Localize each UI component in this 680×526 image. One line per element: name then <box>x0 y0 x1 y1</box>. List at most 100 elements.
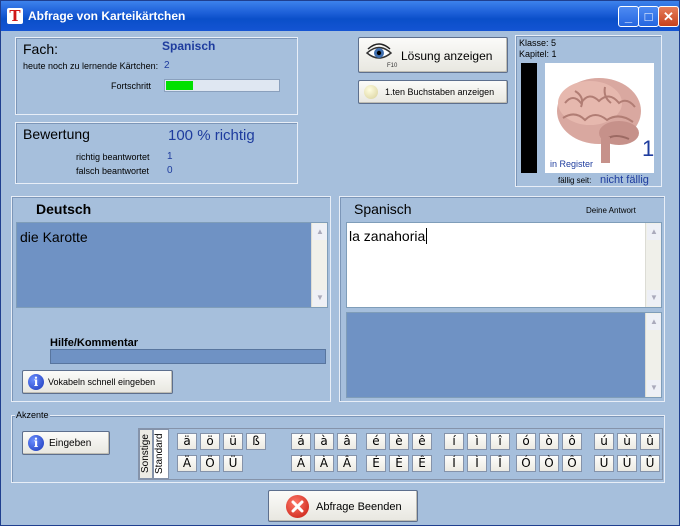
scroll-down-icon[interactable]: ▼ <box>313 290 327 306</box>
text-caret <box>426 228 432 244</box>
accent-key[interactable]: Ö <box>200 455 220 472</box>
german-scrollbar[interactable]: ▲ ▼ <box>311 223 327 307</box>
accent-key[interactable]: Ú <box>594 455 614 472</box>
accent-key[interactable]: ä <box>177 433 197 450</box>
register-level-bar <box>521 63 537 173</box>
accent-key[interactable]: è <box>389 433 409 450</box>
accent-key[interactable]: Ô <box>562 455 582 472</box>
title-bar[interactable]: T Abfrage von Karteikärtchen _ □ ✕ <box>1 1 679 31</box>
answer-input[interactable]: la zanahoria ▲ ▼ <box>346 222 662 308</box>
accent-key[interactable]: ì <box>467 433 487 450</box>
help-field[interactable] <box>50 349 326 364</box>
accent-key[interactable]: á <box>291 433 311 450</box>
subject-label: Fach: <box>23 41 59 57</box>
accent-key[interactable]: ó <box>516 433 536 450</box>
due-value: nicht fällig <box>600 174 649 186</box>
remaining-label: heute noch zu lernende Kärtchen: <box>23 61 159 71</box>
subject-panel: Fach: Spanisch heute noch zu lernende Kä… <box>15 37 298 115</box>
accent-key[interactable]: ß <box>246 433 266 450</box>
end-quiz-label: Abfrage Beenden <box>316 501 402 513</box>
show-solution-label: Lösung anzeigen <box>401 49 493 63</box>
brain-image <box>545 63 654 173</box>
accent-key[interactable]: É <box>366 455 386 472</box>
accent-key[interactable]: ü <box>223 433 243 450</box>
correct-label: richtig beantwortet <box>76 152 150 162</box>
accent-key[interactable]: Á <box>291 455 311 472</box>
accent-key[interactable]: â <box>337 433 357 450</box>
accents-label: Akzente <box>15 410 50 420</box>
info-icon: i <box>28 435 44 451</box>
insert-accent-button[interactable]: i Eingeben <box>22 431 110 455</box>
accent-key[interactable]: Ä <box>177 455 197 472</box>
close-icon <box>286 495 309 518</box>
accent-key[interactable]: ú <box>594 433 614 450</box>
scroll-up-icon[interactable]: ▲ <box>647 314 661 330</box>
maximize-button[interactable]: □ <box>638 6 659 27</box>
first-letter-label: 1.ten Buchstaben anzeigen <box>385 87 495 97</box>
minimize-button[interactable]: _ <box>618 6 639 27</box>
tab-standard[interactable]: Standard <box>153 429 169 479</box>
quick-entry-button[interactable]: i Vokabeln schnell eingeben <box>22 370 173 394</box>
wrong-value: 0 <box>167 165 173 176</box>
accent-key[interactable]: ô <box>562 433 582 450</box>
scroll-down-icon[interactable]: ▼ <box>647 290 661 306</box>
bulb-icon <box>364 85 378 99</box>
help-label: Hilfe/Kommentar <box>50 337 139 349</box>
accent-key[interactable]: í <box>444 433 464 450</box>
spanish-heading: Spanisch <box>354 201 412 217</box>
accent-key[interactable]: Ì <box>467 455 487 472</box>
class-label: Klasse: 5 <box>519 38 557 48</box>
main-window: T Abfrage von Karteikärtchen _ □ ✕ Fach:… <box>0 0 680 526</box>
accent-key[interactable]: À <box>314 455 334 472</box>
german-word-field[interactable]: die Karotte ▲ ▼ <box>16 222 328 308</box>
progress-fill <box>166 81 193 90</box>
remaining-value: 2 <box>164 60 170 71</box>
scroll-down-icon[interactable]: ▼ <box>647 380 661 396</box>
info-icon: i <box>28 374 44 390</box>
rating-panel: Bewertung 100 % richtig richtig beantwor… <box>15 122 298 184</box>
quick-entry-label: Vokabeln schnell eingeben <box>48 377 156 387</box>
accent-key[interactable]: Û <box>640 455 660 472</box>
show-solution-button[interactable]: F10 Lösung anzeigen <box>358 37 508 73</box>
accent-key[interactable]: ò <box>539 433 559 450</box>
insert-accent-label: Eingeben <box>49 438 92 449</box>
german-panel: Deutsch die Karotte ▲ ▼ Hilfe/Kommentar … <box>11 196 331 402</box>
register-number: 1 <box>642 136 655 161</box>
accent-key[interactable]: È <box>389 455 409 472</box>
answer-label: Deine Antwort <box>586 206 636 215</box>
chapter-label: Kapitel: 1 <box>519 49 557 59</box>
accent-key[interactable]: Ê <box>412 455 432 472</box>
answer-scrollbar[interactable]: ▲ ▼ <box>645 223 661 307</box>
accent-key[interactable]: Ò <box>539 455 559 472</box>
accent-key[interactable]: û <box>640 433 660 450</box>
progress-label: Fortschritt <box>111 81 152 91</box>
accents-panel: Akzente i Eingeben Sonstige Standard äöü… <box>11 410 665 483</box>
close-button[interactable]: ✕ <box>658 6 679 27</box>
tab-sonstige[interactable]: Sonstige <box>139 429 153 479</box>
accent-key[interactable]: ê <box>412 433 432 450</box>
accent-key[interactable]: ù <box>617 433 637 450</box>
german-heading: Deutsch <box>36 201 92 217</box>
first-letter-button[interactable]: 1.ten Buchstaben anzeigen <box>358 80 508 104</box>
accent-key[interactable]: Î <box>490 455 510 472</box>
accent-key[interactable]: à <box>314 433 334 450</box>
accent-key[interactable]: Ù <box>617 455 637 472</box>
german-word: die Karotte <box>20 229 88 245</box>
scroll-up-icon[interactable]: ▲ <box>647 224 661 240</box>
accent-key[interactable]: é <box>366 433 386 450</box>
accent-key[interactable]: Ó <box>516 455 536 472</box>
accent-key[interactable]: Ü <box>223 455 243 472</box>
solution-scrollbar[interactable]: ▲ ▼ <box>645 313 661 397</box>
accent-key[interactable]: Â <box>337 455 357 472</box>
wrong-label: falsch beantwortet <box>76 166 150 176</box>
solution-field[interactable]: ▲ ▼ <box>346 312 662 398</box>
accent-key[interactable]: Í <box>444 455 464 472</box>
accent-key[interactable]: ö <box>200 433 220 450</box>
accent-key[interactable]: î <box>490 433 510 450</box>
end-quiz-button[interactable]: Abfrage Beenden <box>268 490 418 522</box>
due-label: fällig seit: <box>558 176 592 185</box>
answer-text: la zanahoria <box>349 228 432 244</box>
scroll-up-icon[interactable]: ▲ <box>313 224 327 240</box>
window-title: Abfrage von Karteikärtchen <box>28 9 186 23</box>
in-register-label: in Register <box>550 159 594 169</box>
